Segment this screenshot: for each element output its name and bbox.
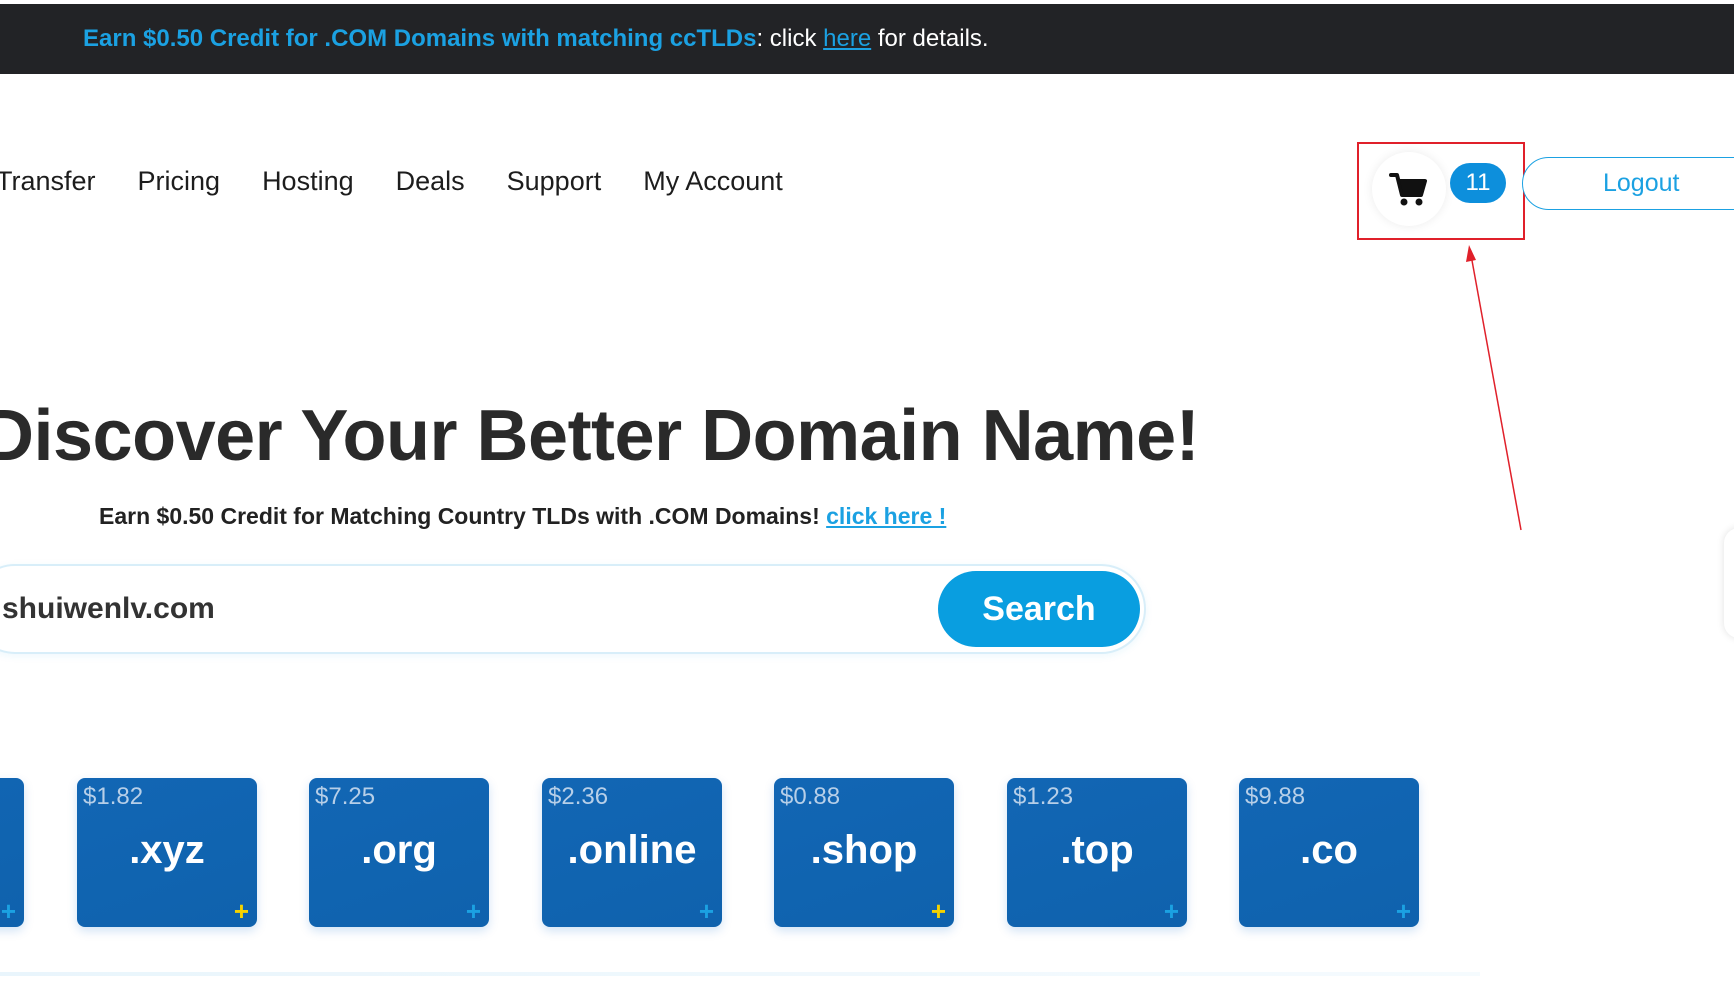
section-divider — [0, 972, 1480, 976]
tld-name: .org — [361, 828, 437, 872]
hero-subtitle-link[interactable]: click here ! — [826, 503, 946, 529]
promo-text-end: for details. — [871, 25, 989, 52]
tld-name: .xyz — [129, 828, 205, 872]
domain-search-box: Search — [0, 564, 1146, 654]
main-nav: Transfer Pricing Hosting Deals Support M… — [0, 166, 783, 197]
tld-price: $7.25 — [315, 783, 376, 810]
plus-icon[interactable]: + — [931, 896, 946, 927]
side-scroll-handle[interactable] — [1724, 528, 1734, 638]
plus-icon[interactable]: + — [699, 896, 714, 927]
logout-button[interactable]: Logout — [1522, 157, 1734, 210]
tld-name: .online — [567, 828, 697, 872]
hero-subtitle-text: Earn $0.50 Credit for Matching Country T… — [99, 503, 827, 529]
tld-tile[interactable]: + — [0, 778, 24, 927]
nav-item-hosting[interactable]: Hosting — [262, 166, 354, 197]
nav-item-pricing[interactable]: Pricing — [138, 166, 221, 197]
tld-name: .co — [1300, 828, 1358, 872]
tld-price: $1.82 — [83, 783, 144, 810]
tld-tile-online[interactable]: $2.36 .online + — [542, 778, 722, 927]
promo-details-link[interactable]: here — [823, 25, 871, 53]
tld-name: .shop — [810, 828, 918, 872]
nav-item-support[interactable]: Support — [507, 166, 602, 197]
tld-tile-co[interactable]: $9.88 .co + — [1239, 778, 1419, 927]
tld-name: .top — [1060, 828, 1134, 872]
tld-price: $1.23 — [1013, 783, 1074, 810]
tld-tile-xyz[interactable]: $1.82 .xyz + — [77, 778, 257, 927]
nav-item-deals[interactable]: Deals — [396, 166, 465, 197]
tld-tile-top[interactable]: $1.23 .top + — [1007, 778, 1187, 927]
tld-price: $0.88 — [780, 783, 841, 810]
tld-tile-org[interactable]: $7.25 .org + — [309, 778, 489, 927]
page-title: Discover Your Better Domain Name! — [0, 396, 1200, 476]
annotation-highlight-box — [1357, 142, 1525, 240]
tld-price: $2.36 — [548, 783, 609, 810]
plus-icon[interactable]: + — [1396, 896, 1411, 927]
promo-highlight: Earn $0.50 Credit for .COM Domains with … — [83, 25, 757, 52]
search-button[interactable]: Search — [938, 571, 1140, 647]
logout-label: Logout — [1603, 169, 1680, 197]
tld-tile-shop[interactable]: $0.88 .shop + — [774, 778, 954, 927]
nav-item-my-account[interactable]: My Account — [643, 166, 783, 197]
plus-icon[interactable]: + — [1, 896, 16, 927]
plus-icon[interactable]: + — [466, 896, 481, 927]
promo-bar: Earn $0.50 Credit for .COM Domains with … — [0, 4, 1734, 74]
nav-item-transfer[interactable]: Transfer — [0, 166, 96, 197]
hero-subtitle: Earn $0.50 Credit for Matching Country T… — [99, 503, 946, 530]
page: Earn $0.50 Credit for .COM Domains with … — [0, 0, 1734, 982]
plus-icon[interactable]: + — [234, 896, 249, 927]
tld-price: $9.88 — [1245, 783, 1306, 810]
plus-icon[interactable]: + — [1164, 896, 1179, 927]
promo-text: : click — [756, 25, 824, 52]
domain-search-input[interactable] — [2, 566, 882, 652]
